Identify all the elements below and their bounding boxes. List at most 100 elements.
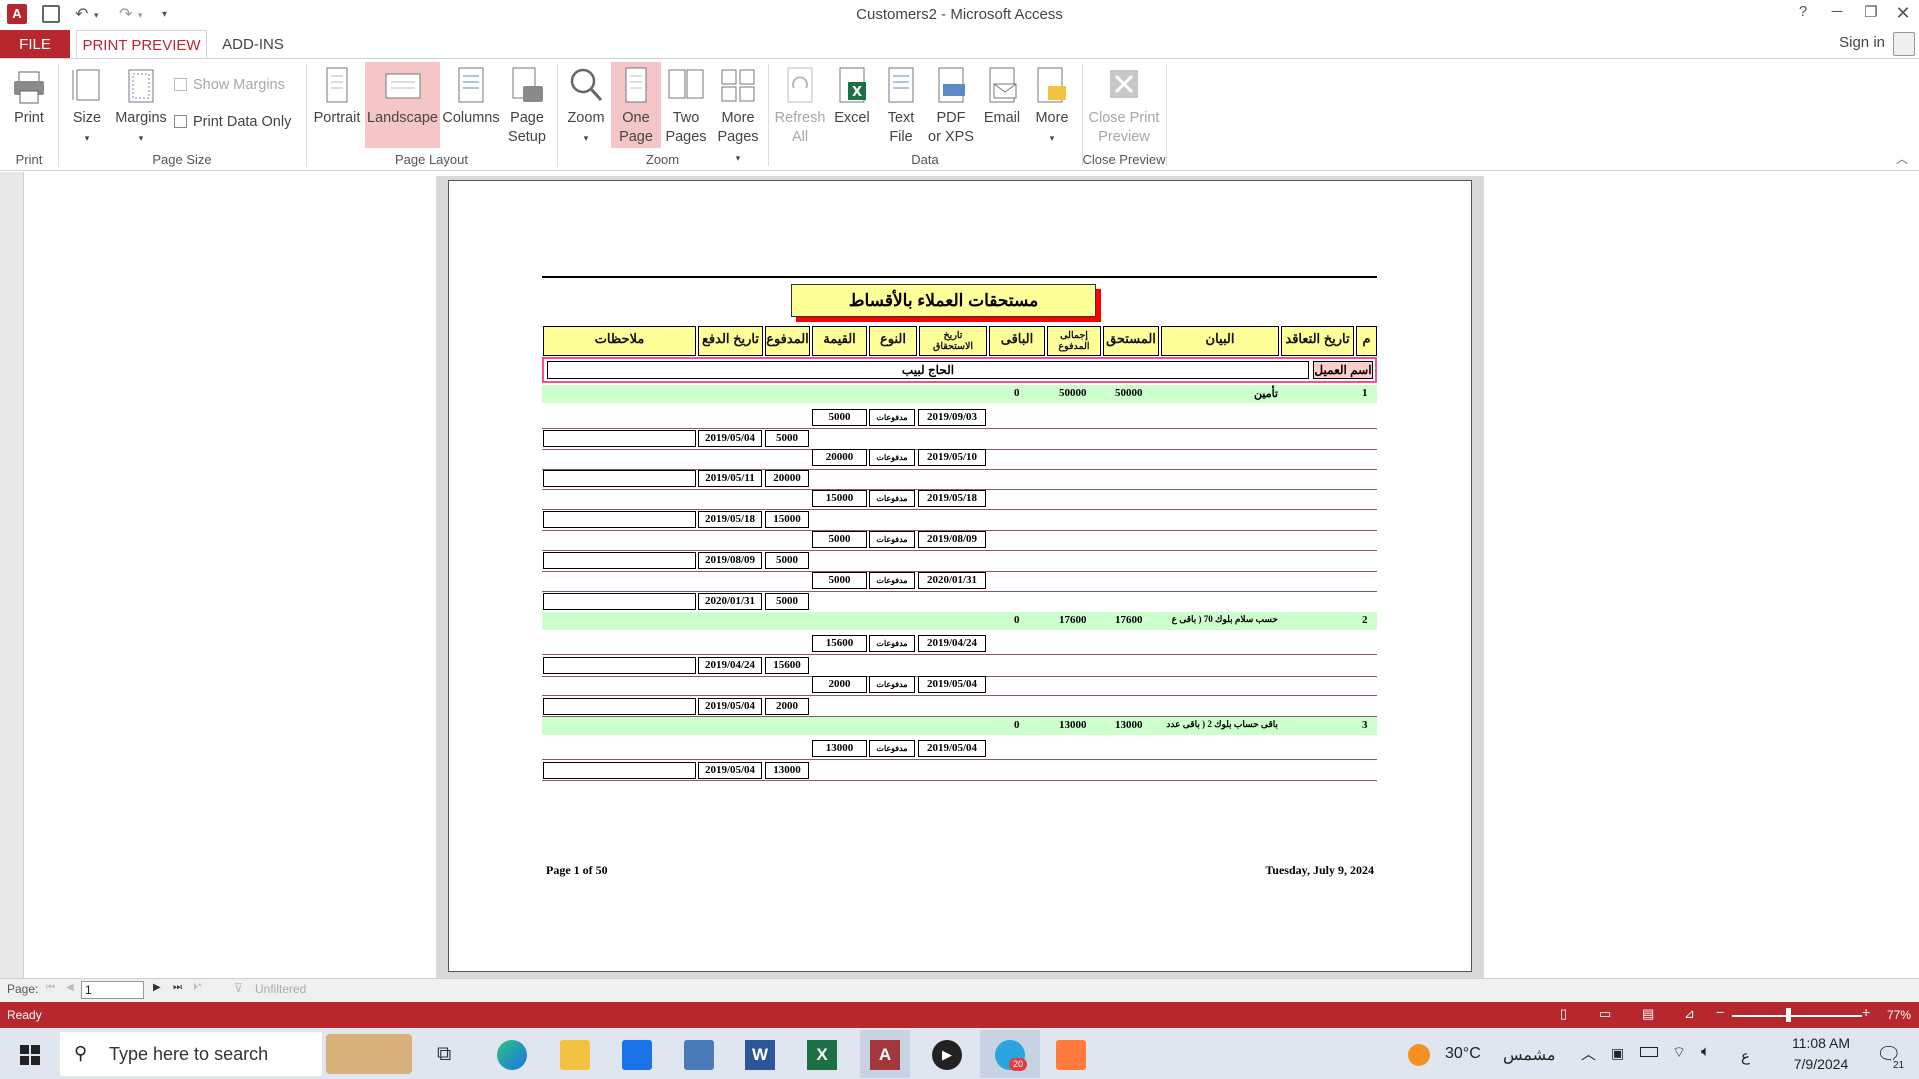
print-button[interactable]: Print <box>5 62 53 128</box>
portrait-button[interactable]: Portrait <box>312 62 362 128</box>
tray-chevron-icon[interactable]: ︿ <box>1581 1043 1596 1064</box>
taskbar-search-placeholder[interactable]: Type here to search <box>109 1044 268 1065</box>
header-due-date-1: تاريخ <box>943 330 963 341</box>
landscape-label: Landscape <box>367 110 438 126</box>
more-export-icon <box>1037 67 1066 103</box>
last-page-icon[interactable]: ⏭ <box>173 982 182 993</box>
close-preview-icon <box>1110 70 1138 98</box>
design-view-icon[interactable]: ⊿ <box>1684 1006 1695 1022</box>
one-page-button[interactable]: One Page <box>611 62 661 148</box>
calculator-icon[interactable] <box>684 1040 714 1070</box>
navigation-pane-collapsed[interactable] <box>0 172 24 978</box>
prev-page-icon[interactable]: ◀ <box>66 982 74 993</box>
group-2-total-paid: 17600 <box>1059 614 1087 626</box>
excel-taskbar-icon[interactable]: X <box>807 1040 837 1070</box>
minimize-button[interactable]: ─ <box>1822 3 1852 20</box>
more-export-button[interactable]: More ▾ <box>1030 62 1074 148</box>
page-number-input[interactable]: 1 <box>81 981 144 999</box>
zoom-level: 77% <box>1887 1008 1912 1022</box>
g1r2-type: مدفوعات <box>869 449 915 466</box>
header-total-paid-2: المدفوع <box>1058 341 1090 352</box>
g3r1-value: 13000 <box>812 740 867 757</box>
report-view-icon[interactable]: ▯ <box>1560 1006 1567 1022</box>
volume-icon[interactable]: 🔈︎ <box>1701 1043 1710 1060</box>
margins-button[interactable]: Margins ▾ <box>112 62 170 148</box>
media-player-icon[interactable]: ▶ <box>932 1040 962 1070</box>
collapse-ribbon-icon[interactable]: ︿ <box>1896 150 1908 167</box>
zoom-slider-track[interactable] <box>1732 1015 1862 1017</box>
battery-icon[interactable] <box>1640 1047 1658 1057</box>
page-setup-button[interactable]: Page Setup <box>503 62 551 147</box>
zoom-button[interactable]: Zoom ▾ <box>562 62 610 148</box>
tray-device-icon[interactable]: ▣ <box>1611 1045 1624 1062</box>
two-pages-button[interactable]: Two Pages <box>662 62 710 147</box>
clock-date[interactable]: 7/9/2024 <box>1775 1056 1867 1072</box>
divider <box>542 780 1377 781</box>
user-avatar-icon[interactable] <box>1893 32 1915 56</box>
header-contract-date: تاريخ التعاقد <box>1281 326 1354 356</box>
wifi-icon[interactable]: ⌔ <box>1672 1043 1686 1062</box>
tab-add-ins[interactable]: ADD-INS <box>212 30 294 59</box>
weather-sun-icon[interactable] <box>1408 1044 1430 1066</box>
group-3-num: 3 <box>1362 719 1368 731</box>
weather-desc[interactable]: مشمس <box>1503 1045 1556 1065</box>
file-explorer-icon[interactable] <box>560 1040 590 1070</box>
windows-start-icon[interactable] <box>20 1045 40 1065</box>
search-highlight-image-icon[interactable] <box>326 1034 412 1074</box>
weather-temp[interactable]: 30°C <box>1445 1045 1481 1063</box>
new-record-icon[interactable]: ⏵* <box>193 982 202 993</box>
show-margins-checkbox[interactable]: Show Margins <box>174 77 285 93</box>
sign-in-link[interactable]: Sign in <box>1839 34 1885 51</box>
two-pages-icon <box>668 69 704 99</box>
filter-icon[interactable]: ⊽ <box>234 981 243 995</box>
email-label: Email <box>983 110 1021 126</box>
landscape-button[interactable]: Landscape <box>365 62 440 148</box>
zoom-out-icon[interactable]: − <box>1716 1004 1724 1020</box>
pdf-xps-button[interactable]: PDF or XPS <box>925 62 977 147</box>
g2r1-value: 15600 <box>812 635 867 652</box>
first-page-icon[interactable]: ⏮ <box>46 982 55 993</box>
print-data-only-checkbox[interactable]: Print Data Only <box>174 114 291 130</box>
next-page-icon[interactable]: ▶ <box>153 982 161 993</box>
columns-button[interactable]: Columns <box>442 62 500 128</box>
group-page-size-label: Page Size <box>152 152 212 167</box>
telegram-badge: 20 <box>1009 1058 1027 1071</box>
g3r1-due-date: 2019/05/04 <box>918 740 986 757</box>
zoom-slider-thumb[interactable] <box>1785 1008 1791 1022</box>
help-button[interactable]: ? <box>1788 3 1818 20</box>
input-language[interactable]: ع <box>1741 1047 1750 1065</box>
print-preview-view-icon[interactable]: ▭ <box>1599 1006 1611 1022</box>
access-taskbar-icon[interactable]: A <box>870 1040 900 1070</box>
edge-icon[interactable] <box>497 1040 527 1070</box>
text-file-button[interactable]: Text File <box>879 62 923 147</box>
group-3-desc: باقى حساب بلوك 2 ( باقى عدد <box>1166 719 1278 729</box>
email-button[interactable]: Email <box>978 62 1026 128</box>
zoom-in-icon[interactable]: + <box>1862 1004 1870 1020</box>
group-2-num: 2 <box>1362 614 1368 626</box>
g1r5-paid: 5000 <box>765 593 809 610</box>
close-button[interactable]: ✕ <box>1888 3 1918 24</box>
g1r1-paid: 5000 <box>765 430 809 447</box>
notifications-count: 21 <box>1891 1060 1907 1071</box>
tab-print-preview[interactable]: PRINT PREVIEW <box>76 30 207 59</box>
filter-status[interactable]: Unfiltered <box>255 982 306 996</box>
refresh-all-button[interactable]: Refresh All <box>772 62 828 147</box>
text-file-icon <box>888 67 914 103</box>
divider <box>542 591 1377 592</box>
word-icon[interactable]: W <box>745 1040 775 1070</box>
portrait-label: Portrait <box>313 110 361 126</box>
g1r2-notes <box>543 470 696 487</box>
clock-time[interactable]: 11:08 AM <box>1775 1035 1867 1051</box>
tab-file[interactable]: FILE <box>0 30 70 59</box>
app-orange-icon[interactable] <box>1056 1040 1086 1070</box>
close-print-preview-button[interactable]: Close Print Preview <box>1086 62 1162 147</box>
mail-icon[interactable] <box>622 1040 652 1070</box>
pdf-icon <box>938 67 965 103</box>
header-due-date: تاريخ الاستحقاق <box>919 326 987 356</box>
task-view-icon[interactable]: ⧉ <box>437 1043 451 1066</box>
layout-view-icon[interactable]: ▤ <box>1642 1006 1654 1022</box>
excel-export-button[interactable]: X Excel <box>830 62 874 128</box>
g3r1-paid: 13000 <box>765 762 809 779</box>
size-button[interactable]: Size ▾ <box>66 62 108 148</box>
restore-button[interactable]: ❐ <box>1856 3 1886 21</box>
